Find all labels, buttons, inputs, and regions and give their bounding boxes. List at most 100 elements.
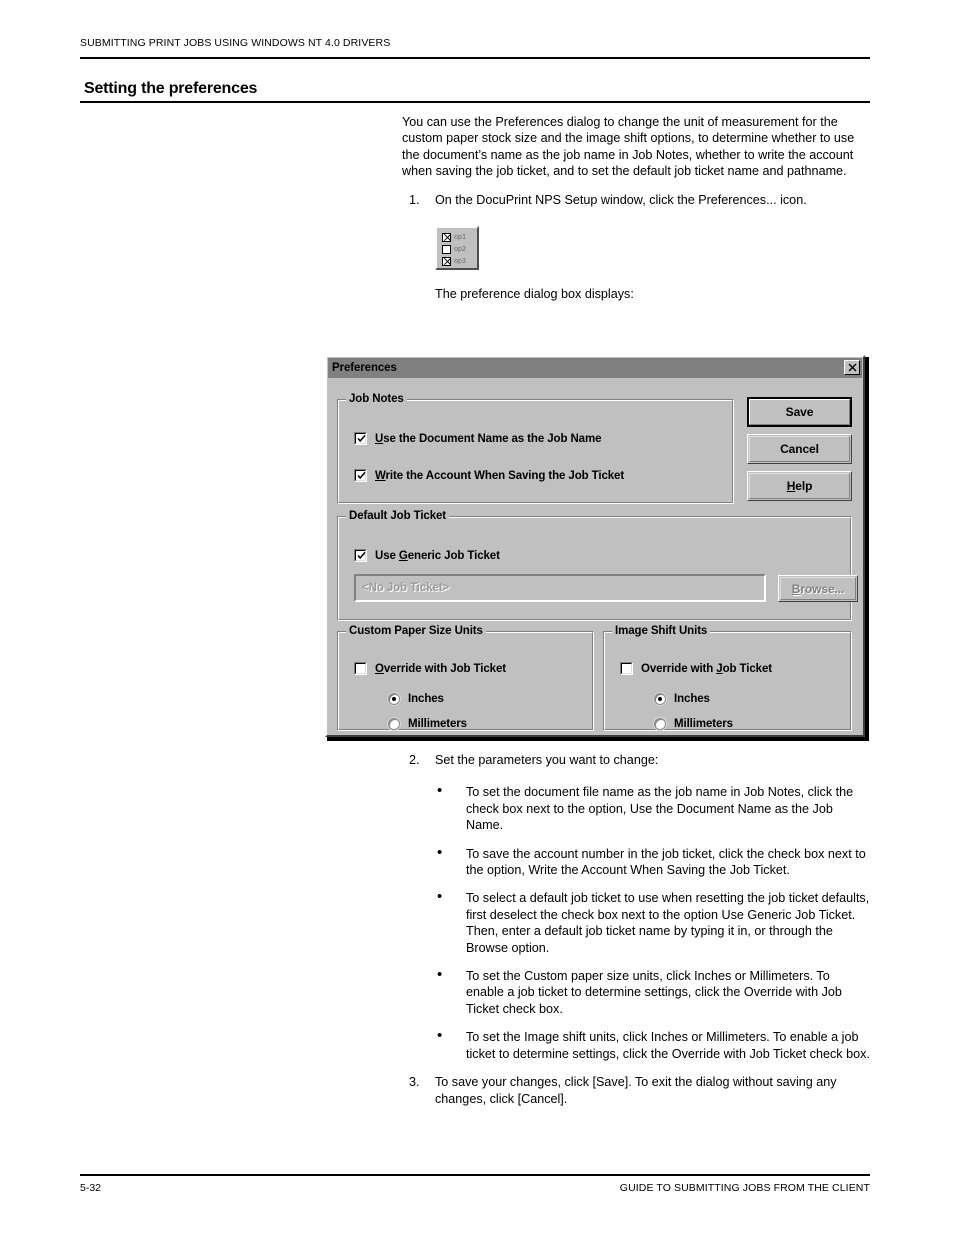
footer-rule <box>80 1174 870 1176</box>
dialog-caption: The preference dialog box displays: <box>402 286 870 302</box>
save-button-label: Save <box>785 405 814 419</box>
save-button[interactable]: Save <box>747 397 852 427</box>
close-icon[interactable] <box>844 360 860 375</box>
radio-image-shift-millimeters[interactable]: Millimeters <box>654 718 733 730</box>
pref-icon-row-label: op3 <box>454 257 466 266</box>
checkbox-write-account-label: Write the Account When Saving the Job Ti… <box>375 469 625 482</box>
list-item: • To set the document file name as the j… <box>402 782 870 833</box>
radio-custom-paper-inches-label: Inches <box>408 693 444 705</box>
list-item-text: To set the Image shift units, click Inch… <box>466 1030 870 1061</box>
list-item: • To set the Custom paper size units, cl… <box>402 966 870 1017</box>
radio-custom-paper-inches[interactable]: Inches <box>388 693 444 705</box>
bullet-icon: • <box>437 1027 443 1045</box>
step-3-number: 3. <box>409 1075 420 1090</box>
checkbox-use-generic-job-ticket-label: Use Generic Job Ticket <box>375 549 500 562</box>
radio-custom-paper-millimeters[interactable]: Millimeters <box>388 718 467 730</box>
step-2: 2. Set the parameters you want to change… <box>402 752 870 768</box>
step-1-text: On the DocuPrint NPS Setup window, click… <box>435 192 807 207</box>
step-2-text: Set the parameters you want to change: <box>435 753 659 767</box>
dialog-caption-text: The preference dialog box displays: <box>435 287 634 302</box>
custom-paper-size-units-legend: Custom Paper Size Units <box>346 625 486 637</box>
checkbox-write-account[interactable]: Write the Account When Saving the Job Ti… <box>354 469 624 482</box>
radio-custom-paper-millimeters-label: Millimeters <box>408 718 467 730</box>
list-item: • To save the account number in the job … <box>402 843 870 879</box>
help-button[interactable]: Help <box>747 471 852 501</box>
default-job-ticket-legend: Default Job Ticket <box>346 510 450 522</box>
checkbox-checked-icon <box>354 549 367 562</box>
footer-guide-title: GUIDE TO SUBMITTING JOBS FROM THE CLIENT <box>619 1182 870 1194</box>
checkbox-use-generic-job-ticket[interactable]: Use Generic Job Ticket <box>354 549 500 562</box>
checkbox-checked-icon <box>354 432 367 445</box>
default-job-ticket-group: Default Job Ticket Use Generic Job Ticke… <box>337 510 858 621</box>
page-title: Setting the preferences <box>84 80 258 97</box>
radio-image-shift-millimeters-label: Millimeters <box>674 718 733 730</box>
pref-icon-row: op1 <box>442 232 477 243</box>
checkbox-unchecked-icon <box>442 245 451 255</box>
checkbox-checked-icon <box>354 469 367 482</box>
checkbox-unchecked-icon <box>354 662 367 675</box>
job-ticket-path-value: <No Job Ticket> <box>362 582 450 594</box>
intro-paragraph: You can use the Preferences dialog to ch… <box>402 115 855 179</box>
running-head: SUBMITTING PRINT JOBS USING WINDOWS NT 4… <box>80 37 391 49</box>
image-shift-units-group: Image Shift Units Override with Job Tick… <box>603 625 852 731</box>
checkbox-image-shift-override[interactable]: Override with Job Ticket <box>620 662 772 675</box>
radio-selected-icon <box>388 693 400 705</box>
checkbox-checked-icon <box>442 257 451 267</box>
dialog-titlebar[interactable]: Preferences <box>328 358 862 378</box>
job-notes-legend: Job Notes <box>346 393 407 405</box>
list-item: • To set the Image shift units, click In… <box>402 1027 870 1062</box>
checkbox-image-shift-override-label: Override with Job Ticket <box>641 662 772 675</box>
radio-image-shift-inches-label: Inches <box>674 693 710 705</box>
list-item-text: To select a default job ticket to use wh… <box>466 891 870 955</box>
page-number: 5-32 <box>80 1182 102 1194</box>
accel-letter: W <box>375 469 386 482</box>
checkbox-checked-icon <box>442 233 451 243</box>
checkbox-use-document-name[interactable]: Use the Document Name as the Job Name <box>354 432 601 445</box>
pref-icon-row: op3 <box>442 256 477 267</box>
browse-button-label: Browse... <box>791 581 845 596</box>
checkbox-use-document-name-label: Use the Document Name as the Job Name <box>375 432 602 445</box>
title-rule <box>80 101 870 103</box>
step-1-number: 1. <box>409 192 420 207</box>
bullet-icon: • <box>437 782 443 800</box>
list-item-text: To set the document file name as the job… <box>466 785 854 833</box>
dialog-title: Preferences <box>332 362 397 374</box>
radio-unselected-icon <box>388 718 400 730</box>
cancel-button-label: Cancel <box>780 442 819 456</box>
browse-button[interactable]: Browse... <box>778 575 858 602</box>
help-accel-letter: H <box>786 479 796 493</box>
accel-letter: U <box>375 432 384 445</box>
radio-unselected-icon <box>654 718 666 730</box>
help-button-label: Help <box>786 479 813 493</box>
body-column: You can use the Preferences dialog to ch… <box>402 114 870 308</box>
step-3: 3. To save your changes, click [Save]. T… <box>402 1074 870 1107</box>
accel-letter: G <box>398 549 408 562</box>
job-ticket-path-input[interactable]: <No Job Ticket> <box>354 574 766 602</box>
step-3-text: To save your changes, click [Save]. To e… <box>435 1075 837 1106</box>
header-rule <box>80 57 870 59</box>
pref-icon-row: op2 <box>442 244 477 255</box>
list-item-text: To save the account number in the job ti… <box>466 846 866 878</box>
checkbox-unchecked-icon <box>620 662 633 675</box>
custom-paper-size-units-group: Custom Paper Size Units Override with Jo… <box>337 625 594 731</box>
pref-icon-row-label: op1 <box>454 233 466 242</box>
bullet-icon: • <box>437 888 443 906</box>
bullet-icon: • <box>437 966 443 984</box>
preferences-icon-figure: op1 op2 op3 <box>435 226 870 271</box>
bullet-icon: • <box>437 843 443 861</box>
pref-icon-row-label: op2 <box>454 245 466 254</box>
checkbox-custom-paper-override-label: Override with Job Ticket <box>375 662 506 675</box>
checkbox-custom-paper-override[interactable]: Override with Job Ticket <box>354 662 506 675</box>
image-shift-units-legend: Image Shift Units <box>612 625 711 637</box>
dialog-body: Save Cancel Help Job Notes Use the Docum… <box>327 378 863 736</box>
radio-image-shift-inches[interactable]: Inches <box>654 693 710 705</box>
accel-letter: O <box>375 662 384 675</box>
document-page: SUBMITTING PRINT JOBS USING WINDOWS NT 4… <box>0 0 954 1235</box>
list-item: • To select a default job ticket to use … <box>402 888 870 956</box>
preferences-dialog: Preferences Save Cancel Help Job Notes U… <box>325 355 865 737</box>
job-notes-group: Job Notes Use the Document Name as the J… <box>337 393 734 504</box>
list-item-text: To set the Custom paper size units, clic… <box>466 969 842 1016</box>
cancel-button[interactable]: Cancel <box>747 434 852 464</box>
step-1: 1. On the DocuPrint NPS Setup window, cl… <box>402 192 870 208</box>
step-2-number: 2. <box>409 753 420 767</box>
